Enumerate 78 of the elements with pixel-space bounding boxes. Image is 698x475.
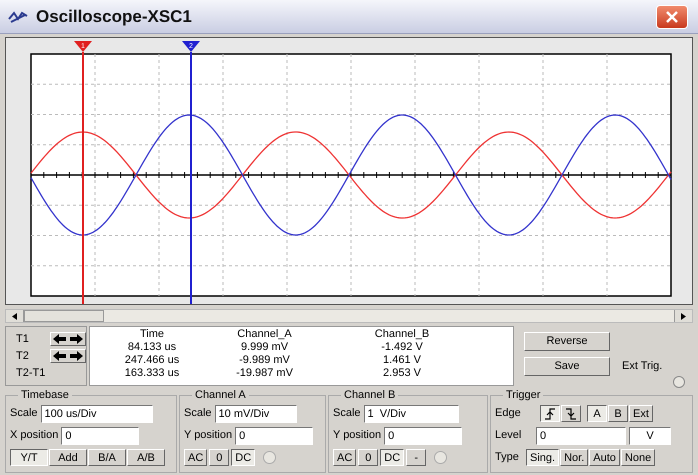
scope-icon — [8, 10, 28, 24]
position-field[interactable]: 0 — [235, 426, 314, 444]
position-field[interactable]: 0 — [61, 426, 140, 444]
column-header: Channel_B — [374, 328, 430, 341]
save-button[interactable]: Save — [524, 357, 610, 376]
toggle-button[interactable]: Ext — [629, 405, 653, 422]
field-label: Scale — [184, 406, 212, 422]
toggle-button[interactable]: AC — [333, 448, 356, 466]
cursor-label: T2-T1 — [16, 366, 46, 381]
table-cell-text: 1.461 V — [382, 354, 422, 367]
level-field[interactable]: 0 — [536, 426, 626, 444]
group-title: Trigger — [505, 388, 542, 403]
toggle-button[interactable]: Add — [49, 448, 87, 466]
toggle-button[interactable]: A/B — [127, 448, 165, 466]
reverse-button[interactable]: Reverse — [524, 332, 610, 351]
table-cell-text: 247.466 us — [124, 354, 180, 367]
field-label: Type — [495, 450, 520, 466]
unit-field[interactable]: V — [629, 426, 671, 444]
input-terminal[interactable] — [434, 450, 448, 464]
toggle-button[interactable]: - — [406, 448, 426, 466]
toggle-button[interactable]: A — [587, 405, 607, 422]
right-arrow-icon — [681, 312, 686, 320]
field-label: Scale — [10, 406, 38, 422]
table-cell-text: -19.987 mV — [235, 367, 294, 380]
cursor-label: T2 — [16, 348, 30, 364]
toggle-button[interactable]: B/A — [88, 448, 126, 466]
scroll-left-button[interactable] — [6, 310, 24, 322]
table-cell-text: 84.133 us — [126, 341, 178, 354]
left-right-arrows-icon — [53, 351, 83, 361]
rising-edge-icon — [544, 408, 556, 420]
column-header: Channel_A — [236, 328, 293, 341]
toggle-button[interactable]: None — [620, 449, 656, 466]
table-cell-text: 9.999 mV — [240, 341, 290, 354]
table-cell-text: -9.989 mV — [238, 354, 291, 367]
field-label: Edge — [495, 406, 522, 422]
cursor-label: T1 — [16, 332, 30, 347]
cursor-arrows-button[interactable] — [50, 349, 86, 363]
left-right-arrows-icon — [53, 334, 83, 344]
rising-edge-button[interactable] — [540, 405, 560, 422]
field-label: X position — [10, 428, 58, 444]
field-label: Y position — [333, 428, 382, 444]
ext-trigger-terminal[interactable] — [673, 376, 685, 388]
window-title: Oscilloscope-XSC1 — [36, 6, 192, 28]
cursor-arrows-button[interactable] — [50, 332, 86, 346]
falling-edge-button[interactable] — [561, 405, 581, 422]
close-button[interactable] — [656, 4, 688, 28]
group-title: Channel A — [194, 388, 247, 403]
toggle-button[interactable]: 0 — [209, 448, 230, 466]
close-icon — [665, 10, 679, 24]
scroll-right-button[interactable] — [674, 310, 692, 322]
column-header: Time — [138, 328, 166, 341]
group-title: Timebase — [20, 388, 70, 403]
toggle-button[interactable]: 0 — [358, 448, 378, 466]
table-cell-text: 163.333 us — [124, 367, 180, 380]
field-label: Level — [495, 428, 522, 444]
scale-field[interactable]: 100 us/Div — [40, 404, 153, 422]
scale-field[interactable]: 10 mV/Div — [214, 404, 297, 422]
input-terminal[interactable] — [263, 450, 276, 464]
scroll-thumb[interactable] — [24, 310, 104, 322]
scale-field[interactable]: 1 V/Div — [364, 404, 459, 422]
toggle-button[interactable]: Y/T — [10, 448, 48, 466]
table-cell-text: 2.953 V — [382, 367, 422, 380]
ext-trigger-label: Ext Trig. — [622, 359, 662, 374]
group-title: Channel B — [343, 388, 396, 403]
toggle-button[interactable]: B — [608, 405, 628, 422]
toggle-button[interactable]: Sing. — [526, 449, 560, 466]
falling-edge-icon — [565, 408, 577, 420]
toggle-button[interactable]: DC — [380, 448, 404, 466]
table-cell-text: -1.492 V — [380, 341, 424, 354]
toggle-button[interactable]: Auto — [589, 449, 620, 466]
position-field[interactable]: 0 — [384, 426, 462, 444]
toggle-button[interactable]: DC — [231, 448, 256, 466]
field-label: Y position — [184, 428, 232, 444]
toggle-button[interactable]: AC — [184, 448, 208, 466]
field-label: Scale — [333, 406, 361, 422]
scrollbar[interactable] — [5, 309, 693, 323]
toggle-button[interactable]: Nor. — [560, 449, 588, 466]
left-arrow-icon — [12, 312, 17, 320]
